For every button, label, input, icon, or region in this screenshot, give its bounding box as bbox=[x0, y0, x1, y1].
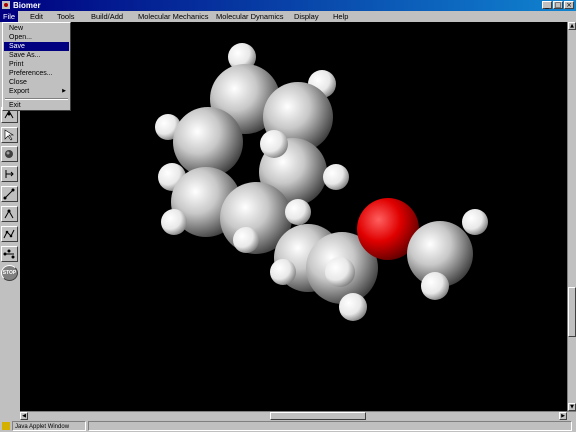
horizontal-scrollbar[interactable]: ◀ ▶ bbox=[20, 411, 576, 420]
menu-separator bbox=[5, 98, 68, 100]
menu-build-add[interactable]: Build/Add bbox=[88, 11, 126, 22]
vertical-scroll-thumb[interactable] bbox=[568, 287, 576, 337]
file-menu-preferences[interactable]: Preferences... bbox=[4, 69, 69, 78]
select-arrow-icon[interactable] bbox=[1, 127, 18, 143]
file-menu-exit[interactable]: Exit bbox=[4, 101, 69, 110]
move-tool-icon[interactable] bbox=[1, 166, 18, 182]
file-menu-export[interactable]: Export ▶ bbox=[4, 87, 69, 96]
menu-molecular-dynamics[interactable]: Molecular Dynamics bbox=[213, 11, 287, 22]
file-menu-open[interactable]: Open... bbox=[4, 33, 69, 42]
hydrogen-atom bbox=[260, 130, 288, 158]
file-menu-close[interactable]: Close bbox=[4, 78, 69, 87]
file-menu-export-label: Export bbox=[9, 88, 30, 95]
scroll-up-icon[interactable]: ▲ bbox=[568, 22, 576, 30]
molecule-model bbox=[155, 43, 488, 321]
file-menu-save[interactable]: Save bbox=[4, 42, 69, 51]
hydrogen-atom bbox=[161, 209, 187, 235]
molecule-viewer[interactable] bbox=[20, 22, 567, 411]
menu-file[interactable]: File bbox=[0, 11, 19, 22]
menu-display[interactable]: Display bbox=[291, 11, 322, 22]
hydrogen-atom bbox=[462, 209, 488, 235]
menu-molecular-mechanics[interactable]: Molecular Mechanics bbox=[135, 11, 211, 22]
hydrogen-atom bbox=[233, 227, 259, 253]
hydrogen-atom bbox=[323, 164, 349, 190]
file-menu-save-as[interactable]: Save As... bbox=[4, 51, 69, 60]
hydrogen-atom bbox=[270, 259, 296, 285]
status-text: Java Applet Window bbox=[12, 421, 86, 431]
carbon-atom bbox=[173, 107, 243, 177]
measure-tool-icon[interactable] bbox=[1, 246, 18, 262]
app-icon[interactable] bbox=[2, 1, 10, 9]
menu-tools[interactable]: Tools bbox=[54, 11, 78, 22]
hydrogen-atom bbox=[285, 199, 311, 225]
atom-tool-icon[interactable] bbox=[1, 146, 18, 162]
hydrogen-atom bbox=[325, 257, 355, 287]
applet-warning-icon bbox=[2, 422, 10, 430]
minimize-button[interactable]: _ bbox=[542, 1, 552, 9]
vertical-scrollbar[interactable]: ▲ ▼ bbox=[567, 22, 576, 411]
stop-button[interactable]: STOP bbox=[1, 265, 18, 281]
hydrogen-atom bbox=[421, 272, 449, 300]
file-menu-dropdown: New Open... Save Save As... Print Prefer… bbox=[2, 22, 71, 111]
window-title: Biomer bbox=[13, 1, 41, 10]
scroll-right-icon[interactable]: ▶ bbox=[559, 412, 567, 420]
menu-edit[interactable]: Edit bbox=[27, 11, 46, 22]
status-panel bbox=[88, 421, 572, 431]
maximize-button[interactable]: □ bbox=[553, 1, 563, 9]
file-menu-print[interactable]: Print bbox=[4, 60, 69, 69]
scroll-left-icon[interactable]: ◀ bbox=[20, 412, 28, 420]
scroll-down-icon[interactable]: ▼ bbox=[568, 403, 576, 411]
horizontal-scroll-thumb[interactable] bbox=[270, 412, 366, 420]
status-bar: Java Applet Window bbox=[0, 420, 576, 432]
file-menu-new[interactable]: New bbox=[4, 24, 69, 33]
submenu-arrow-icon: ▶ bbox=[62, 88, 66, 94]
close-button[interactable]: × bbox=[564, 1, 574, 9]
title-bar: Biomer _ □ × bbox=[0, 0, 576, 11]
torsion-tool-icon[interactable] bbox=[1, 226, 18, 242]
menu-help[interactable]: Help bbox=[330, 11, 351, 22]
bond-length-icon[interactable] bbox=[1, 186, 18, 202]
menu-bar: File Edit Tools Build/Add Molecular Mech… bbox=[0, 11, 576, 22]
bond-angle-icon[interactable] bbox=[1, 206, 18, 222]
hydrogen-atom bbox=[339, 293, 367, 321]
